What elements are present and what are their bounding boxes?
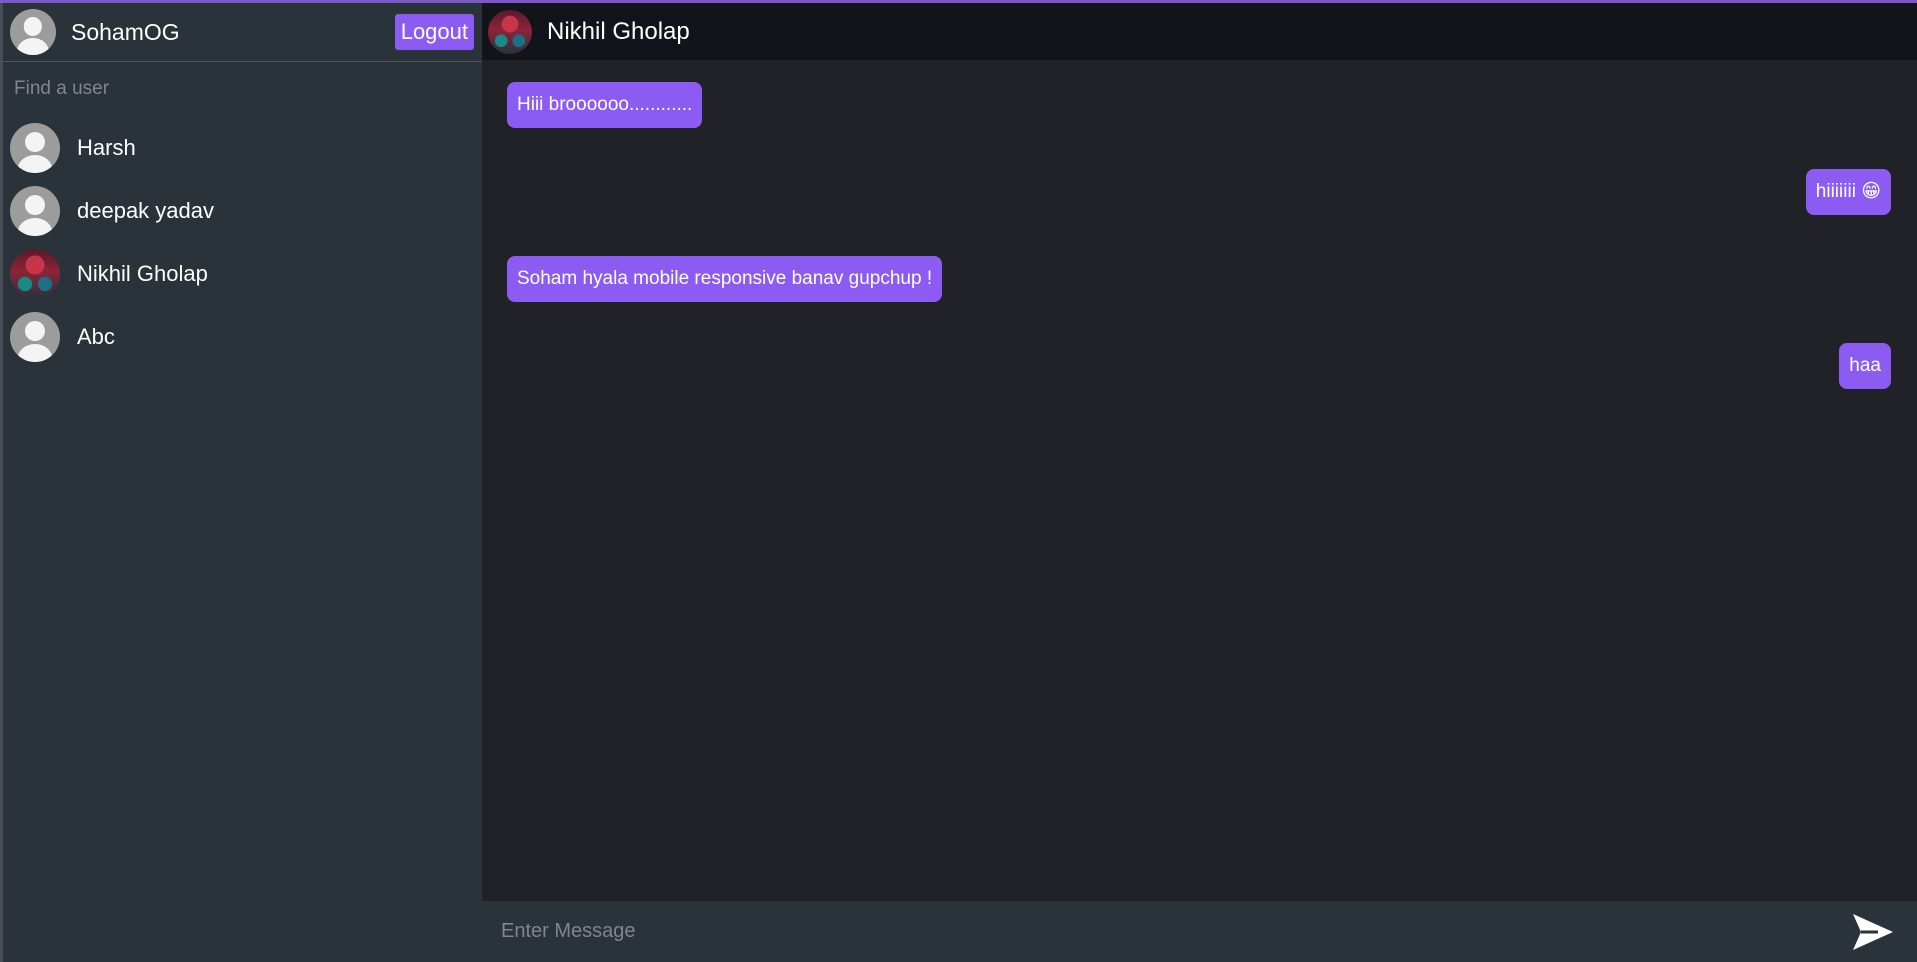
outgoing-message-bubble: hiiiiiii 😁 xyxy=(1805,169,1891,215)
send-icon xyxy=(1853,913,1893,950)
user-item-name: Harsh xyxy=(77,134,136,160)
message-row: Hiii broooooo............ xyxy=(507,82,1891,130)
user-item-nikhil-gholap[interactable]: Nikhil Gholap xyxy=(3,242,482,305)
send-button[interactable] xyxy=(1851,912,1895,952)
incoming-message-bubble: Soham hyala mobile responsive banav gupc… xyxy=(507,256,943,302)
message-row: Soham hyala mobile responsive banav gupc… xyxy=(507,256,1891,304)
current-user-name: SohamOG xyxy=(71,18,180,45)
message-list: Hiii broooooo............ hiiiiiii 😁 Soh… xyxy=(482,60,1917,901)
default-avatar-icon xyxy=(10,185,60,236)
current-user-avatar[interactable] xyxy=(10,9,56,55)
chat-header: Nikhil Gholap xyxy=(482,3,1917,60)
outgoing-message-bubble: haa xyxy=(1839,343,1891,389)
default-avatar-icon xyxy=(10,311,60,362)
incoming-message-bubble: Hiii broooooo............ xyxy=(507,82,703,128)
user-item-deepak-yadav[interactable]: deepak yadav xyxy=(3,179,482,242)
message-composer xyxy=(482,901,1917,962)
logout-button[interactable]: Logout xyxy=(394,14,474,50)
chat-panel: Nikhil Gholap Hiii broooooo............ … xyxy=(482,3,1917,962)
default-avatar-icon xyxy=(10,122,60,173)
message-input[interactable] xyxy=(501,901,1851,962)
current-user-bar: SohamOG Logout xyxy=(3,3,482,62)
chat-app: SohamOG Logout Harsh deepak yadav Nikhil… xyxy=(0,0,1917,962)
user-item-abc[interactable]: Abc xyxy=(3,305,482,368)
user-item-name: deepak yadav xyxy=(77,197,214,223)
message-row: hiiiiiii 😁 xyxy=(507,169,1891,217)
user-photo-avatar xyxy=(10,248,60,299)
chat-partner-avatar xyxy=(488,9,532,54)
chat-title: Nikhil Gholap xyxy=(547,17,690,45)
user-list: Harsh deepak yadav Nikhil Gholap Abc xyxy=(3,116,482,368)
user-item-name: Nikhil Gholap xyxy=(77,260,208,286)
user-item-harsh[interactable]: Harsh xyxy=(3,116,482,179)
message-row: haa xyxy=(507,343,1891,391)
sidebar: SohamOG Logout Harsh deepak yadav Nikhil… xyxy=(0,3,482,962)
user-search-input[interactable] xyxy=(3,62,482,116)
user-item-name: Abc xyxy=(77,323,115,349)
